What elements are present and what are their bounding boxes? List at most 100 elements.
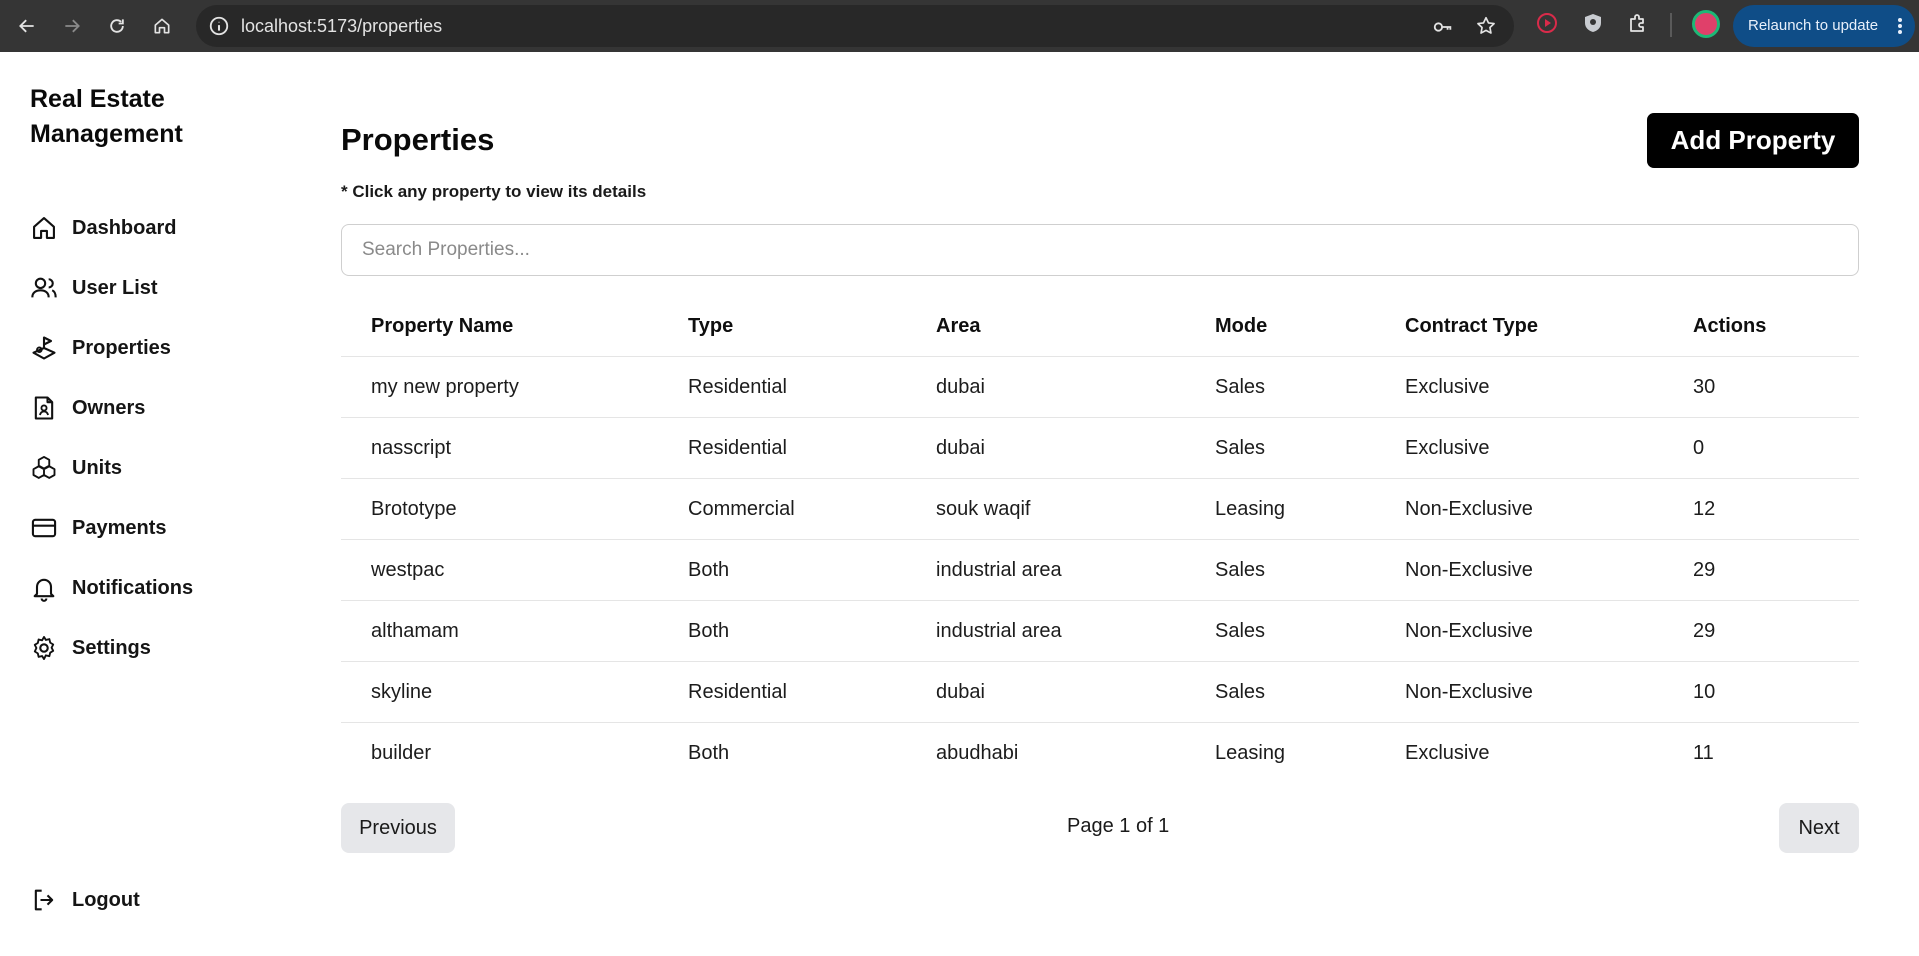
cell-property-name: my new property xyxy=(371,375,519,398)
cell-mode: Leasing xyxy=(1215,742,1286,764)
arrow-left-icon xyxy=(19,19,34,33)
cell-type: Commercial xyxy=(688,497,795,520)
cell-contract-type: Exclusive xyxy=(1405,742,1490,764)
cell-area: industrial area xyxy=(936,558,1062,581)
cell-property-name: builder xyxy=(371,742,432,764)
bell-icon xyxy=(33,578,55,602)
site-info-icon[interactable] xyxy=(208,15,230,37)
record-extension-icon[interactable] xyxy=(1535,11,1559,35)
cell-contract-type: Non-Exclusive xyxy=(1405,619,1533,642)
cell-actions: 12 xyxy=(1693,497,1716,520)
header-actions[interactable]: Actions xyxy=(1693,315,1766,338)
cell-contract-type: Non-Exclusive xyxy=(1405,497,1533,520)
cell-type: Both xyxy=(688,619,730,642)
sidebar-item-label: Owners xyxy=(72,396,146,419)
cell-type: Residential xyxy=(688,680,787,703)
cell-property-name: Brototype xyxy=(371,497,457,520)
sidebar-item-label: Units xyxy=(72,456,122,479)
sidebar-item-units[interactable]: Units xyxy=(30,450,122,486)
cell-area: industrial area xyxy=(936,619,1062,642)
cell-mode: Sales xyxy=(1215,619,1266,642)
back-button[interactable] xyxy=(9,8,45,44)
forward-button[interactable] xyxy=(54,8,90,44)
cell-actions: 0 xyxy=(1693,436,1705,459)
next-page-button[interactable]: Next xyxy=(1779,803,1859,853)
address-bar[interactable]: localhost:5173/properties xyxy=(196,5,1514,47)
cell-type: Both xyxy=(688,742,730,764)
cell-contract-type: Non-Exclusive xyxy=(1405,558,1533,581)
table-header: Property Name Type Area Mode Contract Ty… xyxy=(341,296,1859,357)
cell-property-name: westpac xyxy=(371,558,445,581)
cell-type: Both xyxy=(688,558,730,581)
kebab-menu-icon xyxy=(1898,18,1902,34)
header-property-name[interactable]: Property Name xyxy=(371,315,513,338)
cell-actions: 29 xyxy=(1693,558,1716,581)
reload-icon xyxy=(110,19,124,33)
cell-contract-type: Exclusive xyxy=(1405,436,1490,459)
sidebar-item-owners[interactable]: Owners xyxy=(30,390,145,426)
add-property-button[interactable]: Add Property xyxy=(1647,113,1859,168)
cell-area: souk waqif xyxy=(936,497,1031,520)
home-icon xyxy=(33,217,55,239)
puzzle-extensions-icon[interactable] xyxy=(1626,11,1650,35)
cell-mode: Sales xyxy=(1215,375,1266,398)
sidebar-item-label: Properties xyxy=(72,336,171,359)
cell-area: dubai xyxy=(936,436,985,459)
toolbar-divider xyxy=(1670,13,1672,37)
relaunch-label: Relaunch to update xyxy=(1748,17,1879,34)
table-row[interactable]: althamam Both industrial area Sales Non-… xyxy=(341,601,1859,662)
sidebar-item-notifications[interactable]: Notifications xyxy=(30,570,193,606)
properties-table: Property Name Type Area Mode Contract Ty… xyxy=(341,296,1859,784)
owner-file-icon xyxy=(34,396,54,420)
page-title: Properties xyxy=(341,122,495,157)
cell-actions: 29 xyxy=(1693,619,1716,642)
url-text[interactable]: localhost:5173/properties xyxy=(241,5,442,47)
password-key-icon[interactable] xyxy=(1432,16,1454,38)
cell-property-name: skyline xyxy=(371,680,433,703)
cell-area: abudhabi xyxy=(936,742,1019,764)
header-area[interactable]: Area xyxy=(936,315,980,338)
table-row[interactable]: my new property Residential dubai Sales … xyxy=(341,357,1859,418)
table-row[interactable]: Brototype Commercial souk waqif Leasing … xyxy=(341,479,1859,540)
header-mode[interactable]: Mode xyxy=(1215,315,1267,338)
logout-icon xyxy=(34,889,54,911)
home-button[interactable] xyxy=(144,8,180,44)
cell-mode: Sales xyxy=(1215,680,1266,703)
reload-button[interactable] xyxy=(99,8,135,44)
header-contract-type[interactable]: Contract Type xyxy=(1405,315,1538,338)
sidebar-item-label: Settings xyxy=(72,636,151,659)
cell-area: dubai xyxy=(936,680,985,703)
sidebar-item-properties[interactable]: Properties xyxy=(30,330,171,366)
logout-label: Logout xyxy=(72,888,140,911)
header-type[interactable]: Type xyxy=(688,315,733,338)
relaunch-to-update-button[interactable]: Relaunch to update xyxy=(1733,5,1915,47)
previous-page-button[interactable]: Previous xyxy=(341,803,455,853)
cell-mode: Sales xyxy=(1215,436,1266,459)
sidebar-item-label: User List xyxy=(72,276,158,299)
sidebar-item-payments[interactable]: Payments xyxy=(30,510,167,546)
arrow-right-icon xyxy=(65,19,80,33)
profile-avatar[interactable] xyxy=(1692,10,1720,38)
cell-type: Residential xyxy=(688,375,787,398)
browser-toolbar: localhost:5173/properties Relaunch to up… xyxy=(0,0,1919,52)
cell-type: Residential xyxy=(688,436,787,459)
sidebar-item-dashboard[interactable]: Dashboard xyxy=(30,210,176,246)
table-row[interactable]: builder Both abudhabi Leasing Exclusive … xyxy=(341,723,1859,784)
cell-actions: 11 xyxy=(1693,742,1714,764)
logout-button[interactable]: Logout xyxy=(30,882,140,918)
home-icon xyxy=(154,18,170,34)
sidebar-item-user-list[interactable]: User List xyxy=(30,270,158,306)
cell-mode: Sales xyxy=(1215,558,1266,581)
sidebar-item-label: Payments xyxy=(72,516,167,539)
shield-extension-icon[interactable] xyxy=(1581,11,1605,35)
sidebar-item-settings[interactable]: Settings xyxy=(30,630,151,666)
boxes-icon xyxy=(32,455,56,479)
table-row[interactable]: nasscript Residential dubai Sales Exclus… xyxy=(341,418,1859,479)
search-input[interactable] xyxy=(341,224,1859,276)
gear-icon xyxy=(33,635,55,661)
cell-contract-type: Non-Exclusive xyxy=(1405,680,1533,703)
table-row[interactable]: westpac Both industrial area Sales Non-E… xyxy=(341,540,1859,601)
sidebar-item-label: Dashboard xyxy=(72,216,177,239)
table-row[interactable]: skyline Residential dubai Sales Non-Excl… xyxy=(341,662,1859,723)
bookmark-star-icon[interactable] xyxy=(1475,15,1497,37)
